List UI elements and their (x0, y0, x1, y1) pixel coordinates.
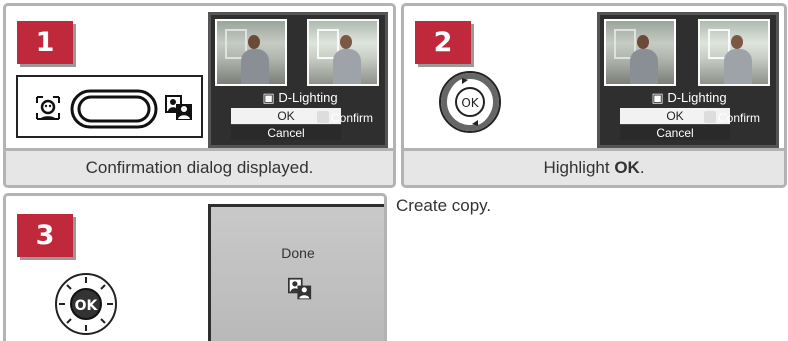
camera-screen-1: ▣ D-Lighting OK Cancel Confirm (208, 12, 388, 148)
ok-key-icon (704, 111, 716, 123)
d-lighting-icon: ▣ (651, 90, 664, 105)
cancel-option[interactable]: Cancel (620, 124, 730, 140)
zoom-control-illustration (16, 75, 203, 138)
original-photo-thumbnail (215, 19, 287, 86)
enhanced-photo-thumbnail (307, 19, 379, 86)
ok-key-icon (317, 111, 329, 123)
step-1-caption: Confirmation dialog displayed. (6, 148, 393, 185)
multi-selector-dial-icon: OK (55, 273, 117, 335)
original-photo-thumbnail (604, 19, 676, 86)
enhanced-photo-thumbnail (698, 19, 770, 86)
dial-ok-label: OK (461, 96, 479, 110)
step-2-badge: 2 (415, 21, 471, 64)
d-lighting-title: ▣ D-Lighting (651, 90, 727, 105)
step-3-badge: 3 (17, 214, 73, 257)
dial-ok-label: OK (75, 298, 99, 314)
step-3-description: Create copy. (396, 196, 492, 215)
step-2-panel: 2 OK ▣ D-Lighting OK Cancel Confirm High… (401, 3, 787, 188)
multi-selector-dial-icon: OK (439, 71, 501, 133)
cancel-option[interactable]: Cancel (231, 124, 341, 140)
step-1-panel: 1 ▣ D-Lighting OK Cancel Confirm Confirm… (3, 3, 396, 188)
done-message: Done (281, 245, 315, 261)
face-priority-icon (36, 96, 60, 120)
copy-icon (288, 277, 312, 300)
camera-screen-2: ▣ D-Lighting OK Cancel Confirm (597, 12, 779, 148)
confirm-hint: Confirm (317, 111, 373, 125)
rocker-switch-icon (70, 89, 158, 129)
d-lighting-title: ▣ D-Lighting (262, 90, 338, 105)
step-2-caption: Highlight OK. (404, 148, 784, 185)
confirm-hint: Confirm (704, 111, 760, 125)
copy-icon (165, 95, 192, 120)
step-3-panel: 3 OK Done (3, 193, 387, 341)
step-1-badge: 1 (17, 21, 73, 64)
d-lighting-icon: ▣ (262, 90, 275, 105)
camera-screen-3: Done (208, 204, 384, 341)
